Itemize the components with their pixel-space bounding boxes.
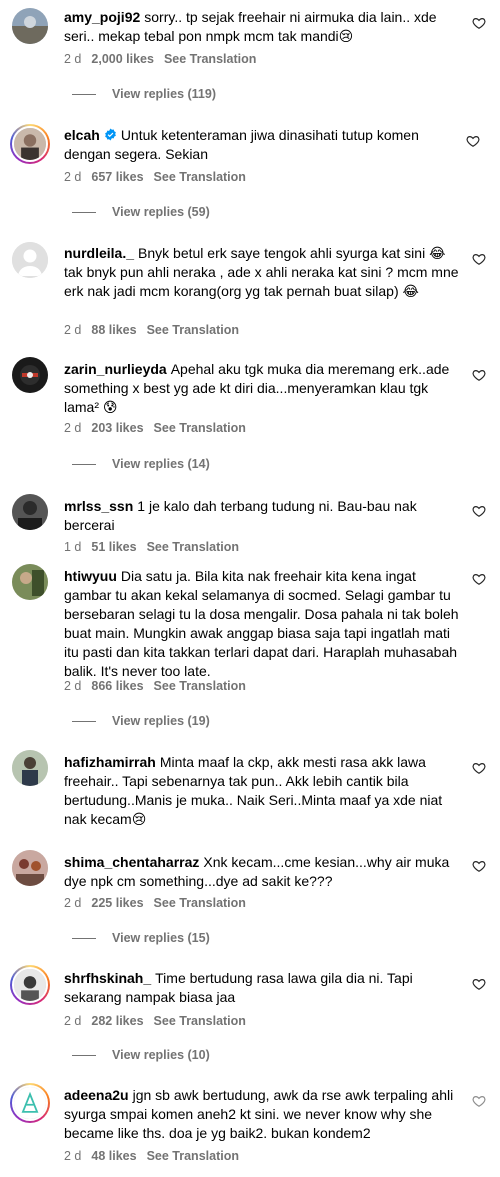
username[interactable]: zarin_nurlieyda (64, 361, 167, 377)
heart-icon[interactable] (472, 504, 486, 518)
comment-text: Untuk ketenteraman jiwa dinasihati tutup… (64, 127, 419, 162)
like-count[interactable]: 657 likes (91, 170, 143, 184)
heart-icon[interactable] (472, 1094, 486, 1108)
like-count[interactable]: 225 likes (91, 896, 143, 910)
heart-icon[interactable] (472, 252, 486, 266)
comment-body: adeena2u jgn sb awk bertudung, awk da rse… (64, 1086, 460, 1143)
timestamp: 2 d (64, 170, 82, 184)
see-translation-link[interactable]: See Translation (154, 896, 246, 910)
timestamp: 2 d (64, 421, 82, 435)
username[interactable]: amy_poji92 (64, 9, 140, 25)
username[interactable]: mrlss_ssn (64, 498, 133, 514)
timestamp: 2 d (64, 896, 82, 910)
avatar[interactable] (10, 1083, 50, 1123)
crying-emoji: 😢 (131, 811, 147, 827)
comment-body: hafizhamirrah Minta maaf la ckp, akk mest… (64, 753, 460, 829)
divider (72, 94, 96, 96)
comment-body: shima_chentaharraz Xnk kecam...cme kesian… (64, 853, 460, 891)
comment-body: elcah Untuk ketenteraman jiwa dinasihati … (64, 126, 460, 164)
view-replies-button[interactable]: View replies (119) (64, 87, 216, 101)
username[interactable]: htiwyuu (64, 568, 117, 584)
divider (72, 938, 96, 940)
comment-body: zarin_nurlieyda Apehal aku tgk muka dia m… (64, 360, 460, 417)
avatar[interactable] (12, 494, 48, 530)
comment-body: mrlss_ssn 1 je kalo dah terbang tudung ni… (64, 497, 460, 535)
avatar[interactable] (12, 242, 48, 278)
see-translation-link[interactable]: See Translation (147, 540, 239, 554)
view-replies-button[interactable]: View replies (19) (64, 714, 210, 728)
crying-emoji: 😢 (338, 28, 354, 44)
username[interactable]: adeena2u (64, 1087, 129, 1103)
see-translation-link[interactable]: See Translation (154, 679, 246, 693)
comment-text: Dia satu ja. Bila kita nak freehair kita… (64, 568, 459, 679)
view-replies-button[interactable]: View replies (14) (64, 457, 210, 471)
like-count[interactable]: 48 likes (91, 1149, 136, 1163)
timestamp: 2 d (64, 679, 82, 693)
view-replies-button[interactable]: View replies (59) (64, 205, 210, 219)
heart-icon[interactable] (472, 761, 486, 775)
avatar[interactable] (12, 850, 48, 886)
comment-meta: 2 d 88 likes See Translation (64, 323, 249, 337)
like-count[interactable]: 88 likes (91, 323, 136, 337)
username[interactable]: nurdleila._ (64, 245, 134, 261)
see-translation-link[interactable]: See Translation (154, 421, 246, 435)
username[interactable]: shrfhskinah_ (64, 970, 151, 986)
timestamp: 2 d (64, 52, 82, 66)
like-count[interactable]: 2,000 likes (91, 52, 154, 66)
timestamp: 2 d (64, 1014, 82, 1028)
verified-badge-icon (104, 128, 116, 141)
avatar[interactable] (12, 8, 48, 44)
comment-meta: 2 d 282 likes See Translation (64, 1014, 256, 1028)
comment-meta: 2 d 225 likes See Translation (64, 896, 256, 910)
comment-body: nurdleila._ Bnyk betul erk saye tengok ah… (64, 244, 460, 301)
divider (72, 212, 96, 214)
avatar[interactable] (12, 564, 48, 600)
username[interactable]: hafizhamirrah (64, 754, 156, 770)
see-translation-link[interactable]: See Translation (154, 170, 246, 184)
heart-icon[interactable] (466, 134, 480, 148)
heart-icon[interactable] (472, 977, 486, 991)
username[interactable]: elcah (64, 127, 100, 143)
avatar[interactable] (12, 750, 48, 786)
see-translation-link[interactable]: See Translation (147, 1149, 239, 1163)
view-replies-button[interactable]: View replies (10) (64, 1048, 210, 1062)
heart-icon[interactable] (472, 859, 486, 873)
like-count[interactable]: 866 likes (91, 679, 143, 693)
comment-body: shrfhskinah_ Time bertudung rasa lawa gil… (64, 969, 460, 1007)
comment-meta: 1 d 51 likes See Translation (64, 540, 249, 554)
see-translation-link[interactable]: See Translation (164, 52, 256, 66)
comment-meta: 2 d 866 likes See Translation (64, 679, 256, 693)
comment-meta: 2 d 657 likes See Translation (64, 170, 256, 184)
comment-meta: 2 d 2,000 likes See Translation (64, 52, 266, 66)
timestamp: 2 d (64, 1149, 82, 1163)
timestamp: 2 d (64, 323, 82, 337)
see-translation-link[interactable]: See Translation (154, 1014, 246, 1028)
like-count[interactable]: 203 likes (91, 421, 143, 435)
divider (72, 721, 96, 723)
heart-icon[interactable] (472, 368, 486, 382)
view-replies-button[interactable]: View replies (15) (64, 931, 210, 945)
like-count[interactable]: 282 likes (91, 1014, 143, 1028)
divider (72, 464, 96, 466)
timestamp: 1 d (64, 540, 82, 554)
comment-meta: 2 d 48 likes See Translation (64, 1149, 249, 1163)
avatar[interactable] (10, 124, 50, 164)
like-count[interactable]: 51 likes (91, 540, 136, 554)
see-translation-link[interactable]: See Translation (147, 323, 239, 337)
comment-meta: 2 d 203 likes See Translation (64, 421, 256, 435)
avatar[interactable] (10, 965, 50, 1005)
heart-icon[interactable] (472, 16, 486, 30)
username[interactable]: shima_chentaharraz (64, 854, 199, 870)
avatar[interactable] (12, 357, 48, 393)
divider (72, 1055, 96, 1057)
heart-icon[interactable] (472, 572, 486, 586)
comment-body: amy_poji92 sorry.. tp sejak freehair ni a… (64, 8, 460, 46)
comment-body: htiwyuu Dia satu ja. Bila kita nak freeha… (64, 567, 460, 681)
